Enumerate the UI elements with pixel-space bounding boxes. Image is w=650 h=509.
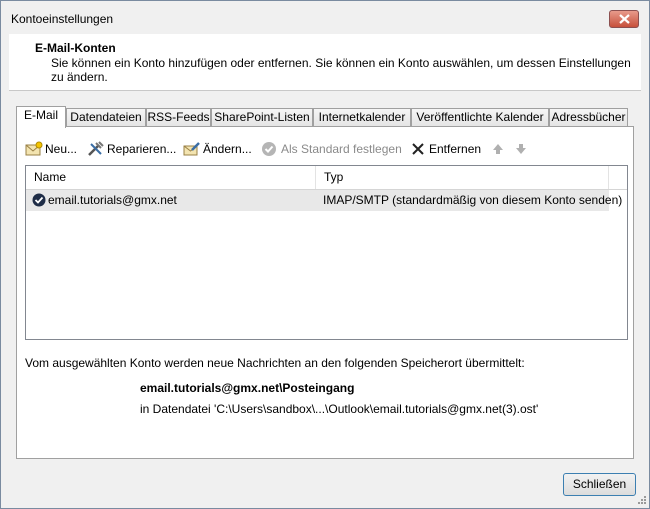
tab-address-books[interactable]: Adressbücher [549, 108, 628, 127]
accounts-list[interactable]: Name Typ email.tutorials@gmx.net IMAP/SM… [25, 165, 628, 340]
change-account-button[interactable]: Ändern... [183, 139, 253, 159]
new-mail-icon [25, 141, 43, 156]
list-header: Name Typ [26, 166, 627, 190]
header-title: E-Mail-Konten [35, 41, 116, 55]
tab-internet-calendars[interactable]: Internetkalender [313, 108, 411, 127]
tab-data-files[interactable]: Datendateien [66, 108, 146, 127]
account-type: IMAP/SMTP (standardmäßig von diesem Kont… [323, 193, 623, 207]
window-title: Kontoeinstellungen [11, 12, 114, 26]
delivery-folder: email.tutorials@gmx.net\Posteingang [140, 381, 355, 395]
list-item[interactable]: email.tutorials@gmx.net IMAP/SMTP (stand… [26, 190, 622, 211]
arrow-down-icon [516, 144, 526, 154]
remove-account-label: Entfernen [429, 142, 482, 156]
header-description: Sie können ein Konto hinzufügen oder ent… [51, 56, 631, 84]
move-down-button[interactable] [515, 139, 529, 159]
column-header-name[interactable]: Name [26, 166, 316, 189]
check-circle-icon [262, 142, 276, 156]
new-account-button[interactable]: Neu... [25, 139, 81, 159]
close-icon [619, 14, 630, 24]
dialog-header: E-Mail-Konten Sie können ein Konto hinzu… [9, 34, 641, 91]
account-settings-dialog: Kontoeinstellungen E-Mail-Konten Sie kön… [0, 0, 650, 509]
tab-published-calendars[interactable]: Veröffentlichte Kalender [411, 108, 549, 127]
account-name: email.tutorials@gmx.net [48, 193, 177, 207]
tab-rss-feeds[interactable]: RSS-Feeds [146, 108, 211, 127]
new-account-label: Neu... [45, 142, 78, 156]
remove-account-button[interactable]: Entfernen [411, 139, 483, 159]
account-toolbar: Neu... Reparieren... Ändern... Als Stand… [25, 139, 625, 159]
tools-icon [88, 141, 104, 156]
tab-sharepoint-lists[interactable]: SharePoint-Listen [211, 108, 313, 127]
edit-mail-icon [183, 142, 200, 156]
resize-grip-icon[interactable] [637, 495, 647, 505]
arrow-up-icon [493, 144, 503, 154]
title-bar[interactable]: Kontoeinstellungen [1, 1, 649, 33]
delete-x-icon [412, 143, 424, 155]
set-default-button[interactable]: Als Standard festlegen [261, 139, 402, 159]
delivery-description: Vom ausgewählten Konto werden neue Nachr… [25, 356, 525, 370]
delivery-data-file: in Datendatei 'C:\Users\sandbox\...\Outl… [140, 402, 539, 416]
close-dialog-button[interactable]: Schließen [563, 473, 636, 496]
tab-email[interactable]: E-Mail [16, 106, 66, 128]
move-up-button[interactable] [492, 139, 506, 159]
column-header-type[interactable]: Typ [316, 166, 609, 189]
change-account-label: Ändern... [203, 142, 252, 156]
window-close-button[interactable] [609, 10, 639, 28]
repair-account-label: Reparieren... [107, 142, 177, 156]
set-default-label: Als Standard festlegen [281, 142, 402, 156]
repair-account-button[interactable]: Reparieren... [87, 139, 177, 159]
default-account-check-icon [32, 193, 46, 207]
